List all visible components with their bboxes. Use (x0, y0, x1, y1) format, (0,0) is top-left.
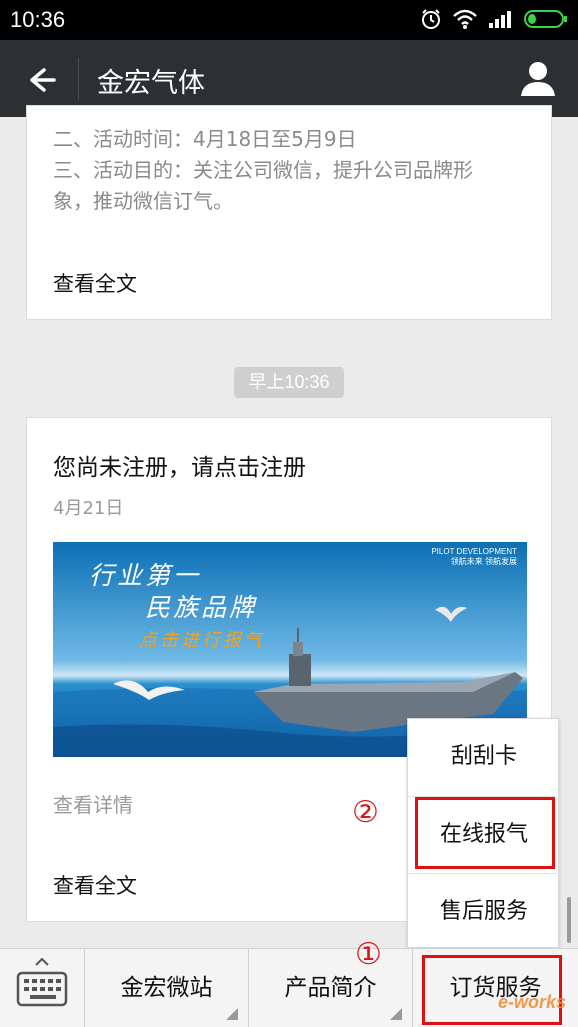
alarm-icon (420, 8, 442, 34)
scrollbar-thumb[interactable] (567, 897, 571, 943)
battery-icon (524, 9, 568, 33)
status-bar: 10:36 (0, 0, 578, 40)
message-date: 4月21日 (53, 498, 124, 519)
signal-icon (488, 8, 514, 34)
read-full-link[interactable]: 查看全文 (53, 870, 137, 900)
profile-icon[interactable] (518, 58, 558, 98)
tab-jinhong-site[interactable]: 金宏微站 (84, 949, 248, 1027)
banner-headline-1: 行业第一 (89, 561, 202, 590)
menu-item-after-sales[interactable]: 售后服务 (408, 873, 560, 949)
watermark-logo: e-works (498, 992, 567, 1012)
submenu-corner-icon (226, 1008, 238, 1020)
view-details-link[interactable]: 查看详情 (53, 789, 133, 818)
read-full-link[interactable]: 查看全文 (53, 268, 137, 298)
excerpt-line: 二、活动时间：4月18日至5月9日 (53, 127, 357, 151)
highlight-online-order (415, 797, 555, 869)
nav-divider (78, 58, 79, 100)
tab-product-intro[interactable]: 产品简介 (248, 949, 412, 1027)
message-title: 您尚未注册，请点击注册 (53, 455, 306, 481)
back-arrow-icon[interactable] (20, 60, 60, 100)
status-time: 10:36 (10, 7, 66, 32)
step-marker-1: ① (355, 937, 382, 972)
highlight-order-service (422, 955, 562, 1025)
message-excerpt: 二、活动时间：4月18日至5月9日 三、活动目的：关注公司微信，提升公司品牌形 … (53, 124, 533, 217)
step-marker-2: ② (352, 795, 379, 830)
keyboard-icon[interactable] (0, 949, 84, 1027)
banner-brand: PILOT DEVELOPMENT 领航未来 领航发展 (431, 547, 517, 567)
tab-label: 金宏微站 (120, 975, 213, 1001)
excerpt-line: 象，推动微信订气。 (53, 189, 233, 213)
submenu-corner-icon (390, 1008, 402, 1020)
banner-cta: 点击进行报气 (139, 630, 265, 651)
message-timestamp: 早上10:36 (234, 367, 344, 398)
status-icons (420, 8, 568, 34)
wifi-icon (452, 8, 478, 34)
page-title: 金宏气体 (97, 68, 205, 99)
banner-brand-name: PILOT DEVELOPMENT (431, 547, 517, 556)
tab-label: 产品简介 (284, 975, 377, 1001)
menu-item-scratch-card[interactable]: 刮刮卡 (408, 719, 560, 795)
banner-headline-2: 民族品牌 (145, 593, 258, 622)
message-card-activity[interactable]: 二、活动时间：4月18日至5月9日 三、活动目的：关注公司微信，提升公司品牌形 … (26, 105, 552, 320)
banner-brand-tagline: 领航未来 领航发展 (450, 557, 517, 566)
excerpt-line: 三、活动目的：关注公司微信，提升公司品牌形 (53, 158, 473, 182)
